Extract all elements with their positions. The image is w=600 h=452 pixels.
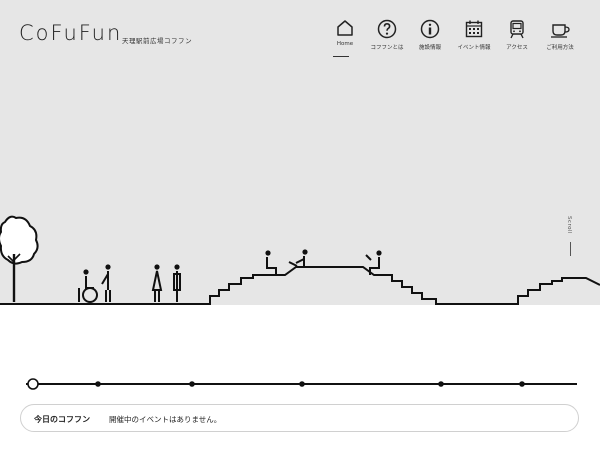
status-message: 開催中のイベントはありません。 xyxy=(109,415,222,424)
standing-man-icon xyxy=(173,264,181,302)
person-with-laptop-icon xyxy=(288,249,308,267)
plaza-illustration xyxy=(0,215,600,305)
helper-person-icon xyxy=(101,264,111,302)
timeline-current-marker[interactable] xyxy=(27,378,39,390)
today-status-bar: 今日のコフフン 開催中のイベントはありません。 xyxy=(20,404,579,432)
scroll-indicator[interactable]: Scroll xyxy=(566,216,576,256)
timeline-dot[interactable] xyxy=(299,381,305,387)
scroll-line xyxy=(570,242,571,256)
timeline-dot[interactable] xyxy=(519,381,525,387)
timeline-dot[interactable] xyxy=(95,381,101,387)
timeline-bar xyxy=(26,378,577,390)
scroll-label: Scroll xyxy=(566,216,572,235)
status-label: 今日のコフフン xyxy=(34,415,91,424)
timeline-dot[interactable] xyxy=(189,381,195,387)
seated-person-left-icon xyxy=(265,250,277,275)
timeline-dot[interactable] xyxy=(438,381,444,387)
standing-woman-icon xyxy=(151,264,163,302)
tree-icon xyxy=(0,215,39,302)
ground-line xyxy=(0,266,600,305)
wheelchair-person-icon xyxy=(78,269,98,303)
